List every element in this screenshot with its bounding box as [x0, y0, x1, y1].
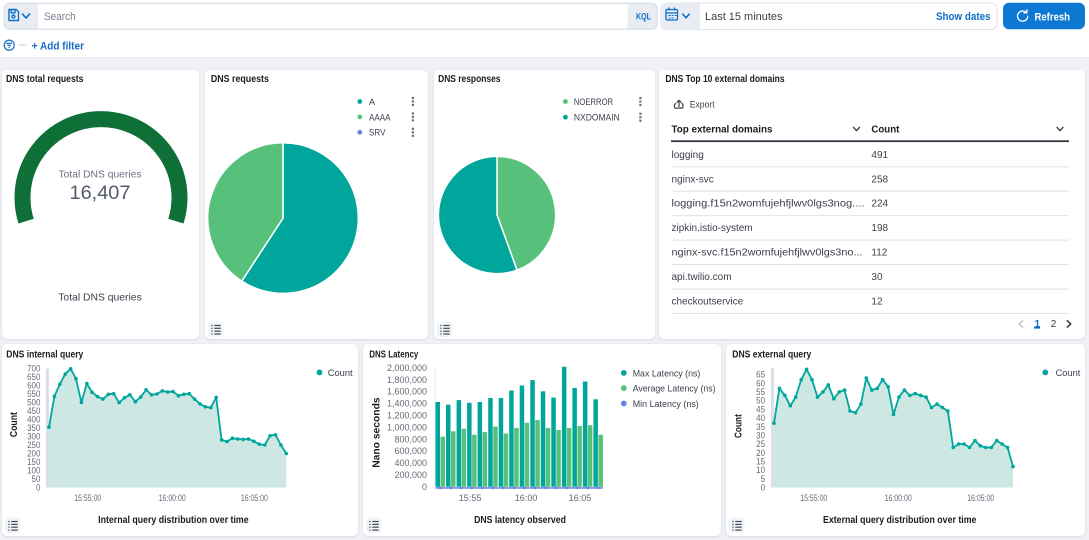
svg-text:zipkin.istio-system: zipkin.istio-system [672, 223, 753, 234]
svg-text:0: 0 [761, 483, 765, 493]
svg-text:800,000: 800,000 [394, 434, 427, 444]
svg-text:Count: Count [1056, 368, 1081, 379]
svg-text:15:55:00: 15:55:00 [74, 493, 101, 503]
svg-text:Last 15 minutes: Last 15 minutes [705, 11, 783, 23]
svg-text:nginx-svc.f15n2womfujehfjlwv0l: nginx-svc.f15n2womfujehfjlwv0lgs3no... [672, 247, 863, 258]
svg-text:api.twilio.com: api.twilio.com [672, 272, 732, 283]
svg-text:65: 65 [756, 370, 765, 380]
svg-text:nginx-svc: nginx-svc [672, 174, 714, 185]
svg-text:DNS Latency: DNS Latency [369, 350, 418, 361]
svg-text:20: 20 [756, 448, 765, 458]
svg-text:1,400,000: 1,400,000 [387, 399, 427, 409]
svg-text:DNS external query: DNS external query [732, 350, 811, 361]
svg-text:DNS requests: DNS requests [211, 74, 269, 85]
svg-text:1,600,000: 1,600,000 [387, 387, 427, 397]
svg-text:NXDOMAIN: NXDOMAIN [574, 112, 620, 123]
svg-text:Total DNS queries: Total DNS queries [58, 291, 142, 303]
svg-text:15:55: 15:55 [459, 493, 482, 503]
svg-text:0: 0 [422, 482, 427, 492]
svg-text:1,800,000: 1,800,000 [387, 375, 427, 385]
svg-text:200,000: 200,000 [394, 470, 427, 480]
svg-text:Refresh: Refresh [1035, 11, 1071, 23]
svg-text:35: 35 [756, 422, 765, 432]
svg-text:16:05:00: 16:05:00 [241, 493, 268, 503]
svg-text:198: 198 [871, 223, 888, 234]
svg-text:55: 55 [756, 387, 765, 397]
svg-text:Average Latency (ns): Average Latency (ns) [633, 384, 716, 395]
svg-text:logging: logging [672, 149, 704, 160]
svg-text:700: 700 [27, 364, 40, 374]
svg-text:DNS total requests: DNS total requests [6, 74, 84, 85]
svg-text:+ Add filter: + Add filter [32, 40, 85, 52]
svg-text:Internal query distribution ov: Internal query distribution over time [98, 515, 249, 526]
svg-text:2,000,000: 2,000,000 [387, 363, 427, 373]
svg-text:15: 15 [756, 457, 765, 467]
svg-text:50: 50 [756, 396, 765, 406]
svg-text:25: 25 [756, 439, 765, 449]
svg-text:Total DNS queries: Total DNS queries [59, 169, 142, 180]
svg-text:SRV: SRV [369, 127, 386, 138]
svg-text:Min Latency (ns): Min Latency (ns) [633, 399, 699, 410]
svg-text:DNS internal query: DNS internal query [6, 350, 83, 361]
svg-text:Count: Count [871, 124, 900, 135]
svg-text:16:05:00: 16:05:00 [967, 493, 994, 503]
svg-text:2: 2 [1051, 319, 1057, 330]
svg-text:logging.f15n2womfujehfjlwv0lgs: logging.f15n2womfujehfjlwv0lgs3nog.... [672, 198, 865, 209]
svg-text:400,000: 400,000 [394, 458, 427, 468]
svg-text:Top external domains: Top external domains [672, 124, 773, 135]
svg-text:AAAA: AAAA [369, 112, 391, 123]
svg-text:15:55:00: 15:55:00 [800, 493, 827, 503]
svg-text:16:00:00: 16:00:00 [885, 493, 912, 503]
svg-text:112: 112 [871, 247, 887, 258]
svg-text:16:00: 16:00 [515, 493, 538, 503]
svg-text:Max Latency (ns): Max Latency (ns) [633, 368, 701, 379]
svg-text:NOERROR: NOERROR [574, 96, 613, 107]
svg-text:12: 12 [871, 296, 883, 307]
svg-text:224: 224 [871, 198, 888, 209]
svg-text:A: A [369, 96, 376, 107]
svg-text:Search: Search [44, 11, 76, 23]
svg-text:Show dates: Show dates [936, 11, 991, 23]
svg-text:Count: Count [9, 412, 20, 438]
svg-text:Count: Count [328, 368, 353, 379]
svg-text:Count: Count [734, 414, 745, 439]
svg-text:258: 258 [871, 174, 888, 185]
svg-text:DNS latency observed: DNS latency observed [474, 515, 566, 526]
svg-text:40: 40 [756, 413, 765, 423]
svg-text:DNS responses: DNS responses [438, 74, 501, 85]
svg-text:checkoutservice: checkoutservice [672, 296, 744, 307]
svg-text:1,000,000: 1,000,000 [387, 422, 427, 432]
svg-text:DNS Top 10 external domains: DNS Top 10 external domains [665, 74, 785, 85]
svg-text:16:00:00: 16:00:00 [159, 493, 186, 503]
svg-text:Export: Export [690, 99, 715, 109]
svg-text:30: 30 [756, 430, 765, 440]
svg-text:External query distribution ov: External query distribution over time [823, 515, 977, 526]
svg-text:60: 60 [756, 378, 765, 388]
svg-text:30: 30 [871, 272, 883, 283]
svg-text:45: 45 [756, 404, 765, 414]
svg-text:16:05: 16:05 [569, 493, 592, 503]
svg-text:10: 10 [756, 465, 765, 475]
svg-text:1,200,000: 1,200,000 [387, 411, 427, 421]
svg-text:5: 5 [761, 474, 765, 484]
svg-text:600,000: 600,000 [394, 446, 427, 456]
svg-text:KQL: KQL [636, 12, 651, 22]
svg-text:491: 491 [871, 149, 888, 160]
svg-text:Nano seconds: Nano seconds [371, 397, 382, 468]
svg-text:16,407: 16,407 [70, 183, 131, 204]
